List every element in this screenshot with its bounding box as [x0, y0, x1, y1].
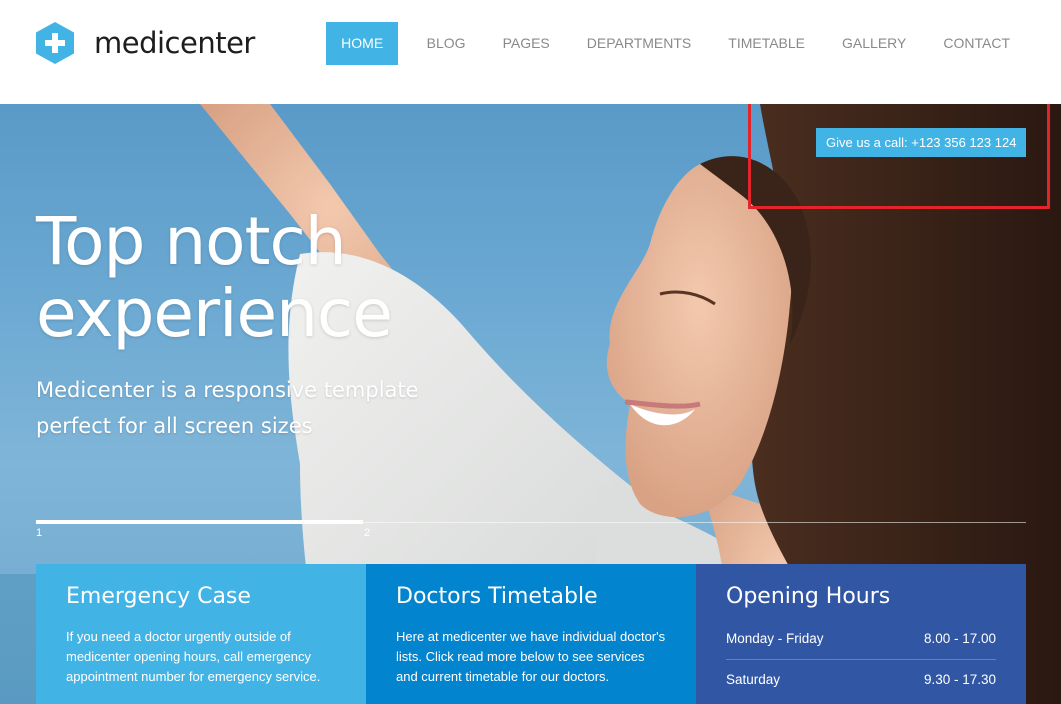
hero-subtitle-line1: Medicenter is a responsive template [36, 378, 419, 402]
opening-hours-box: Opening Hours Monday - Friday 8.00 - 17.… [696, 564, 1026, 704]
hero-subtitle-line2: perfect for all screen sizes [36, 414, 313, 438]
emergency-text: If you need a doctor urgently outside of… [66, 629, 321, 684]
nav-gallery[interactable]: GALLERY [824, 22, 925, 65]
hours-row: Saturday 9.30 - 17.30 [726, 660, 996, 700]
emergency-title: Emergency Case [66, 584, 251, 609]
nav-blog[interactable]: BLOG [408, 22, 484, 65]
hours-time: 8.00 - 17.00 [923, 631, 996, 646]
medical-cross-icon [36, 22, 74, 64]
slider-progress [36, 520, 363, 524]
main-nav: HOME BLOG PAGES DEPARTMENTS TIMETABLE GA… [326, 22, 1026, 65]
logo[interactable]: medicenter [36, 22, 255, 64]
brand-name: medicenter [94, 26, 255, 60]
hero-subtitle: Medicenter is a responsive template perf… [36, 372, 456, 444]
timetable-text: Here at medicenter we have individual do… [396, 629, 666, 684]
info-boxes: Emergency Case If you need a doctor urge… [36, 564, 1026, 704]
emergency-box: Emergency Case If you need a doctor urge… [36, 564, 366, 704]
hero-slider: Give us a call: +123 356 123 124 Top not… [0, 104, 1061, 704]
slide-number-1[interactable]: 1 [36, 527, 42, 539]
nav-contact[interactable]: CONTACT [925, 22, 1026, 65]
hours-row: Monday - Friday 8.00 - 17.00 [726, 619, 996, 660]
nav-pages[interactable]: PAGES [484, 22, 568, 65]
opening-hours-title: Opening Hours [726, 584, 891, 609]
hero-title-line2: experience [36, 275, 393, 352]
timetable-title: Doctors Timetable [396, 584, 598, 609]
hero-title-line1: Top notch [36, 203, 347, 280]
hours-day: Saturday [726, 672, 781, 687]
timetable-box: Doctors Timetable Here at medicenter we … [366, 564, 696, 704]
nav-departments[interactable]: DEPARTMENTS [568, 22, 710, 65]
slide-number-2[interactable]: 2 [364, 527, 370, 539]
highlight-frame [748, 104, 1050, 209]
site-header: medicenter HOME BLOG PAGES DEPARTMENTS T… [0, 0, 1061, 104]
hours-time: 9.30 - 17.30 [923, 672, 996, 687]
hours-day: Monday - Friday [726, 631, 824, 646]
hero-title: Top notch experience [36, 206, 536, 350]
nav-home[interactable]: HOME [326, 22, 399, 65]
nav-timetable[interactable]: TIMETABLE [710, 22, 824, 65]
